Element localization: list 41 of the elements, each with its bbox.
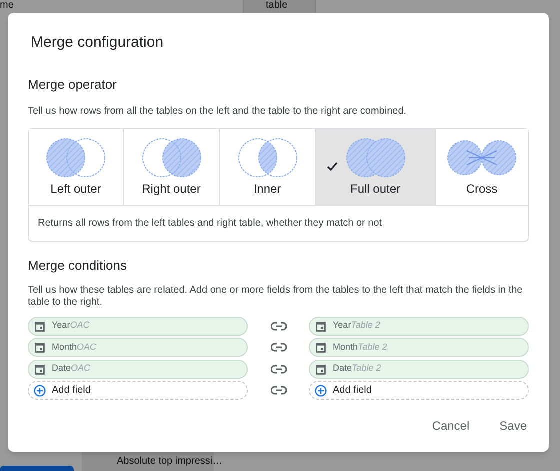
add-field-button[interactable]: Add field xyxy=(309,381,529,400)
section-heading: Merge operator xyxy=(28,76,118,94)
field-chip[interactable]: MonthOAC xyxy=(28,338,248,357)
add-field-button[interactable]: Add field xyxy=(28,381,248,400)
field-name: MonthOAC xyxy=(52,340,97,354)
section-description: Tell us how rows from all the tables on the left and the table to the right are combined. xyxy=(28,105,408,119)
field-name: MonthTable 2 xyxy=(333,340,388,354)
dialog-button[interactable]: Cancel xyxy=(422,411,480,441)
section-heading: Merge conditions xyxy=(28,257,128,275)
background-text: me xyxy=(0,0,14,11)
dialog-title: Merge configuration xyxy=(30,33,165,53)
field-chip[interactable]: YearOAC xyxy=(28,316,248,336)
link-icon xyxy=(270,364,286,374)
calendar-icon xyxy=(35,364,45,374)
dialog-button[interactable]: Save xyxy=(490,411,537,441)
calendar-icon xyxy=(316,364,326,374)
link-icon xyxy=(270,386,286,395)
add-icon xyxy=(34,384,46,396)
cross-join-icon xyxy=(445,138,519,178)
field-name: DateTable 2 xyxy=(333,362,382,376)
field-name: YearOAC xyxy=(52,319,90,332)
field-chip[interactable]: DateOAC xyxy=(28,360,248,378)
field-chip[interactable]: YearTable 2 xyxy=(309,316,529,336)
operator-option[interactable]: Full outer xyxy=(316,129,436,205)
background-text: Absolute top impressi… xyxy=(117,456,223,468)
link-icon xyxy=(270,343,286,352)
link-icon xyxy=(270,322,286,330)
calendar-icon xyxy=(35,342,45,353)
field-name: DateOAC xyxy=(52,362,91,376)
operator-option[interactable]: Left outer xyxy=(29,129,124,205)
field-chip[interactable]: MonthTable 2 xyxy=(309,338,529,357)
calendar-icon xyxy=(35,320,45,332)
background-text: table xyxy=(266,0,288,11)
calendar-icon xyxy=(316,320,326,332)
field-name: YearTable 2 xyxy=(333,319,380,332)
field-chip[interactable]: DateTable 2 xyxy=(309,360,529,378)
add-icon xyxy=(315,384,327,396)
section-description: Tell us how these tables are related. Add one or more fields from the tables to the left that match the fields in the table to the right. xyxy=(28,284,524,308)
operator-explanation: Returns all rows from the left tables and right table, whether they match or not xyxy=(37,217,384,231)
check-icon xyxy=(327,162,338,171)
calendar-icon xyxy=(316,342,326,353)
